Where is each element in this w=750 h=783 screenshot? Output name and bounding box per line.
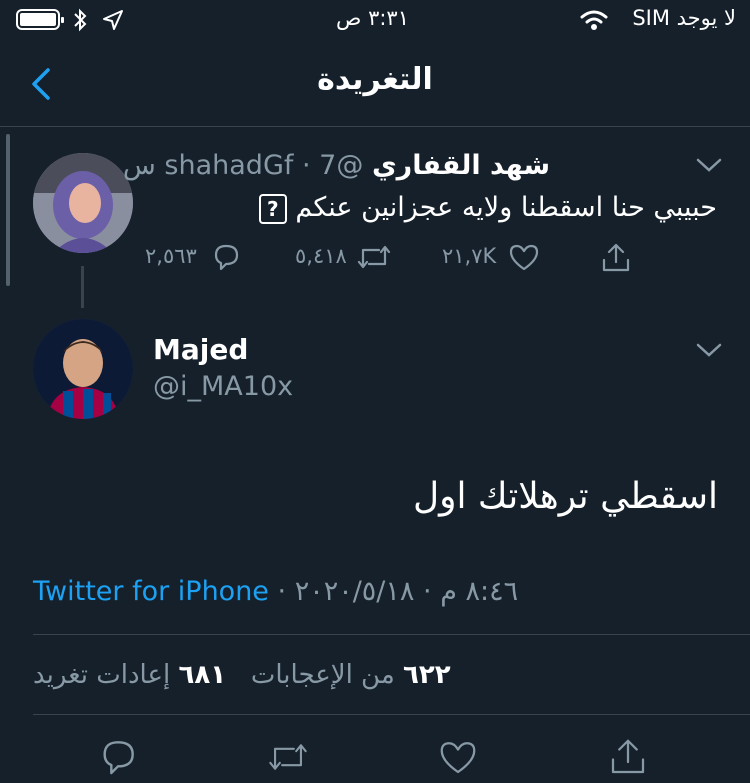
tweet-time: ٨:٤٦ م	[440, 576, 519, 607]
author-name[interactable]: شهد القفاري	[372, 150, 550, 181]
retweet-button[interactable]	[268, 737, 308, 777]
tweet-text: اسقطي ترهلاتك اول	[412, 476, 718, 517]
carrier-label: لا يوجد SIM	[632, 6, 736, 30]
bluetooth-icon	[72, 8, 88, 32]
retweets-label: إعادات تغريد	[33, 660, 171, 690]
divider	[33, 634, 750, 635]
share-button[interactable]	[608, 737, 648, 777]
retweet-icon	[269, 744, 307, 770]
reply-icon	[214, 244, 239, 271]
likes-label: من الإعجابات	[250, 660, 395, 690]
status-bar: ٣:٣١ ص لا يوجد SIM	[0, 0, 750, 40]
chevron-down-icon[interactable]	[696, 158, 722, 174]
like-button[interactable]	[438, 737, 478, 777]
likes-count: ٦٢٢	[403, 660, 451, 690]
chevron-down-icon[interactable]	[696, 343, 722, 359]
page-title: التغريدة	[317, 62, 433, 97]
retweet-button[interactable]: ٥,٤١٨	[295, 242, 395, 274]
reply-tweet-text: حبيبي حنا اسقطنا ولايه عجزانين عنكم ?	[258, 192, 717, 224]
author-name[interactable]: Majed	[153, 333, 248, 366]
source-link[interactable]: Twitter for iPhone	[33, 576, 269, 607]
like-icon	[509, 244, 539, 271]
scrollbar[interactable]	[6, 134, 10, 286]
retweets-count: ٦٨١	[178, 660, 227, 690]
reply-tweet-header: شهد القفاري @shahadGf · 7 س	[123, 150, 550, 181]
tweet-meta: Twitter for iPhone · ٢٠٢٠/٥/١٨ · ٨:٤٦ م	[33, 576, 518, 607]
reply-button[interactable]: ٢,٥٦٣	[145, 242, 245, 274]
emoji-placeholder: ?	[258, 193, 287, 224]
retweets-stat[interactable]: ٦٨١ إعادات تغريد	[33, 660, 226, 690]
separator: ·	[277, 576, 287, 607]
share-icon	[602, 243, 630, 272]
battery-icon	[16, 9, 64, 30]
like-count: ٢١,٧K	[442, 244, 497, 268]
retweet-icon	[357, 245, 391, 269]
retweet-count: ٥,٤١٨	[295, 244, 347, 268]
like-icon	[440, 742, 476, 774]
tweet-text: حبيبي حنا اسقطنا ولايه عجزانين عنكم	[295, 192, 717, 223]
share-button[interactable]	[600, 242, 634, 274]
tweet-date: ٢٠٢٠/٥/١٨	[294, 576, 415, 607]
share-icon	[611, 739, 645, 774]
separator: ·	[423, 576, 432, 607]
reply-button[interactable]	[98, 737, 138, 777]
tweet-stats: ٦٢٢ من الإعجابات ٦٨١ إعادات تغريد	[33, 660, 451, 690]
top-nav-bar: التغريدة	[0, 40, 750, 127]
author-handle[interactable]: @i_MA10x	[153, 371, 293, 402]
location-arrow-icon	[102, 9, 124, 31]
divider	[33, 714, 750, 715]
avatar[interactable]	[33, 319, 133, 419]
thread-line	[81, 266, 84, 308]
wifi-icon	[580, 9, 608, 31]
like-button[interactable]: ٢١,٧K	[442, 242, 542, 274]
reply-count: ٢,٥٦٣	[145, 244, 197, 268]
avatar[interactable]	[33, 153, 133, 253]
reply-icon	[103, 741, 134, 775]
status-time: ٣:٣١ ص	[336, 6, 409, 30]
likes-stat[interactable]: ٦٢٢ من الإعجابات	[251, 660, 451, 690]
separator: ·	[301, 150, 311, 181]
